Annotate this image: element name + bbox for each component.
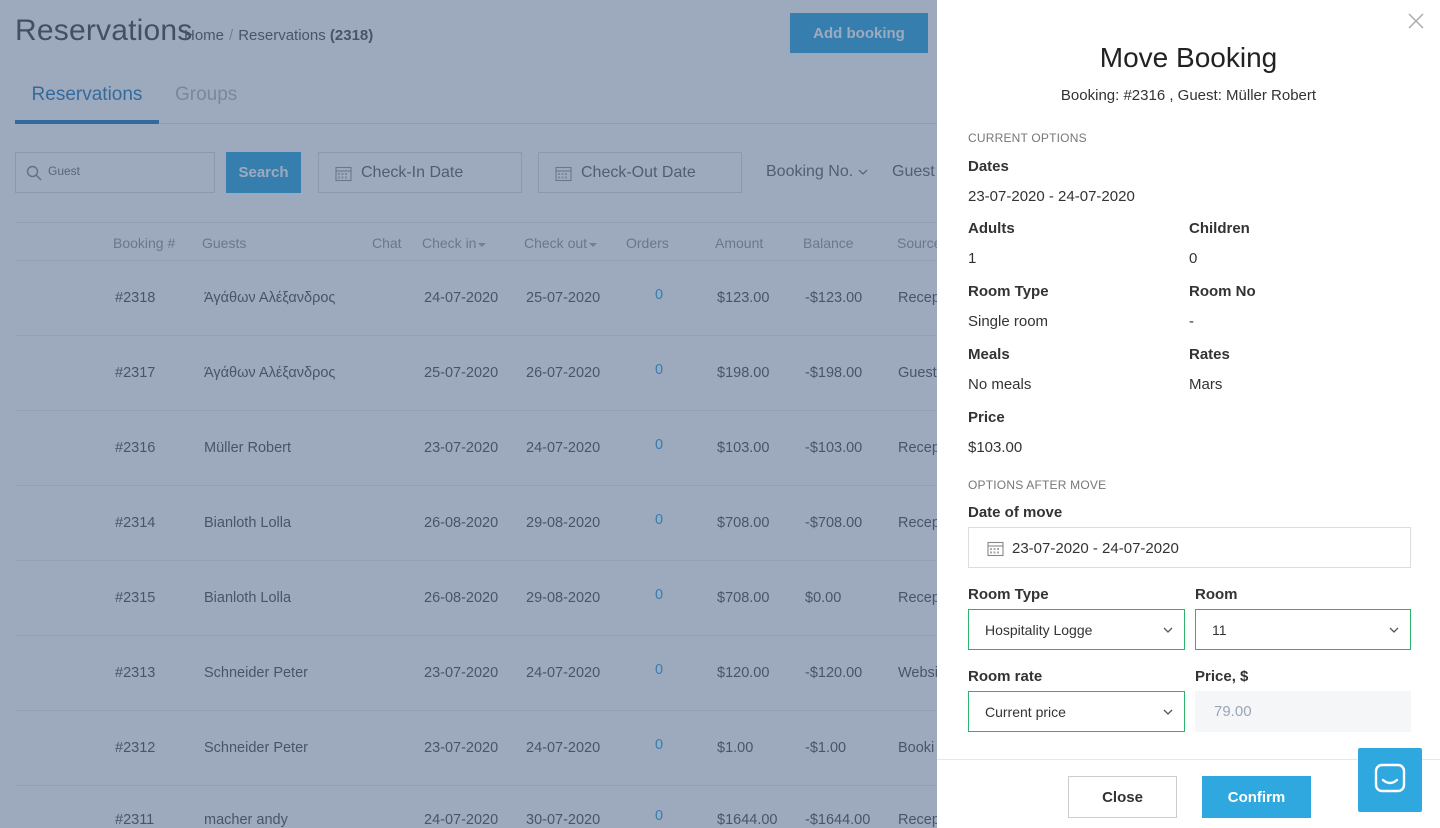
confirm-button[interactable]: Confirm <box>1202 776 1311 818</box>
modal-subtitle: Booking: #2316 , Guest: Müller Robert <box>1060 87 1317 104</box>
close-icon[interactable] <box>1407 12 1425 30</box>
room-label: Room <box>1195 586 1238 603</box>
chat-icon <box>1374 763 1406 793</box>
chevron-down-icon <box>1389 627 1399 633</box>
room-rate-label: Room rate <box>968 668 1043 685</box>
current-options-heading: CURRENT OPTIONS <box>968 131 1087 145</box>
date-of-move-value: 23-07-2020 - 24-07-2020 <box>1012 540 1179 557</box>
calendar-icon <box>987 541 1004 557</box>
room-type-selected: Hospitality Logge <box>985 622 1093 638</box>
room-type-select[interactable]: Hospitality Logge <box>968 609 1185 650</box>
dates-value: 23-07-2020 - 24-07-2020 <box>968 188 1135 205</box>
room-no-value: - <box>1189 313 1194 330</box>
meals-label: Meals <box>968 346 1010 363</box>
chat-launcher-button[interactable] <box>1358 748 1422 812</box>
date-of-move-label: Date of move <box>968 504 1063 521</box>
children-value: 0 <box>1189 250 1198 267</box>
room-rate-select[interactable]: Current price <box>968 691 1185 732</box>
room-no-label: Room No <box>1189 283 1256 300</box>
adults-label: Adults <box>968 220 1015 237</box>
price-input[interactable]: 79.00 <box>1195 691 1411 732</box>
dates-label: Dates <box>968 158 1009 175</box>
price-label: Price <box>968 409 1005 426</box>
options-after-move-heading: OPTIONS AFTER MOVE <box>968 478 1107 492</box>
chevron-down-icon <box>1163 627 1173 633</box>
room-rate-selected: Current price <box>985 704 1066 720</box>
chevron-down-icon <box>1163 709 1173 715</box>
meals-value: No meals <box>968 376 1032 393</box>
room-selected: 11 <box>1212 622 1227 638</box>
price-input-value: 79.00 <box>1214 703 1252 720</box>
modal-title: Move Booking <box>1099 42 1278 73</box>
date-of-move-input[interactable]: 23-07-2020 - 24-07-2020 <box>968 527 1411 568</box>
adults-value: 1 <box>968 250 977 267</box>
room-type-value: Single room <box>968 313 1049 330</box>
price-value: $103.00 <box>968 439 1023 456</box>
close-button[interactable]: Close <box>1068 776 1177 818</box>
new-price-label: Price, $ <box>1195 668 1249 685</box>
new-room-type-label: Room Type <box>968 586 1049 603</box>
move-booking-panel: Move Booking Booking: #2316 , Guest: Mül… <box>937 0 1440 828</box>
children-label: Children <box>1189 220 1250 237</box>
rates-value: Mars <box>1189 376 1223 393</box>
room-type-label: Room Type <box>968 283 1049 300</box>
room-select[interactable]: 11 <box>1195 609 1411 650</box>
rates-label: Rates <box>1189 346 1230 363</box>
